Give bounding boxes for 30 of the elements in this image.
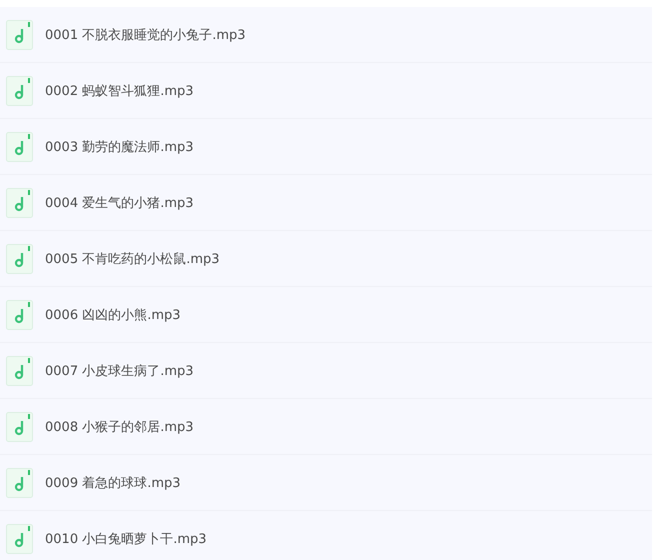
file-name: 0003 勤劳的魔法师.mp3 bbox=[45, 138, 194, 156]
file-name: 0006 凶凶的小熊.mp3 bbox=[45, 306, 181, 324]
music-file-icon bbox=[6, 188, 33, 218]
music-file-icon bbox=[6, 524, 33, 554]
file-row[interactable]: 0009 着急的球球.mp3 bbox=[0, 455, 652, 511]
music-file-icon bbox=[6, 300, 33, 330]
music-file-icon bbox=[6, 356, 33, 386]
music-file-icon bbox=[6, 244, 33, 274]
file-name: 0004 爱生气的小猪.mp3 bbox=[45, 194, 194, 212]
file-name: 0010 小白兔晒萝卜干.mp3 bbox=[45, 530, 207, 548]
music-file-icon bbox=[6, 76, 33, 106]
file-name: 0008 小猴子的邻居.mp3 bbox=[45, 418, 194, 436]
music-file-icon bbox=[6, 132, 33, 162]
file-name: 0009 着急的球球.mp3 bbox=[45, 474, 181, 492]
file-name: 0002 蚂蚁智斗狐狸.mp3 bbox=[45, 82, 194, 100]
file-row[interactable]: 0001 不脱衣服睡觉的小兔子.mp3 bbox=[0, 7, 652, 63]
file-row[interactable]: 0006 凶凶的小熊.mp3 bbox=[0, 287, 652, 343]
file-row[interactable]: 0010 小白兔晒萝卜干.mp3 bbox=[0, 511, 652, 560]
music-file-icon bbox=[6, 20, 33, 50]
file-name: 0001 不脱衣服睡觉的小兔子.mp3 bbox=[45, 26, 246, 44]
music-file-icon bbox=[6, 468, 33, 498]
file-row[interactable]: 0007 小皮球生病了.mp3 bbox=[0, 343, 652, 399]
file-row[interactable]: 0003 勤劳的魔法师.mp3 bbox=[0, 119, 652, 175]
music-file-icon bbox=[6, 412, 33, 442]
file-row[interactable]: 0008 小猴子的邻居.mp3 bbox=[0, 399, 652, 455]
file-row[interactable]: 0002 蚂蚁智斗狐狸.mp3 bbox=[0, 63, 652, 119]
file-row[interactable]: 0005 不肯吃药的小松鼠.mp3 bbox=[0, 231, 652, 287]
file-name: 0007 小皮球生病了.mp3 bbox=[45, 362, 194, 380]
file-name: 0005 不肯吃药的小松鼠.mp3 bbox=[45, 250, 220, 268]
file-row[interactable]: 0004 爱生气的小猪.mp3 bbox=[0, 175, 652, 231]
